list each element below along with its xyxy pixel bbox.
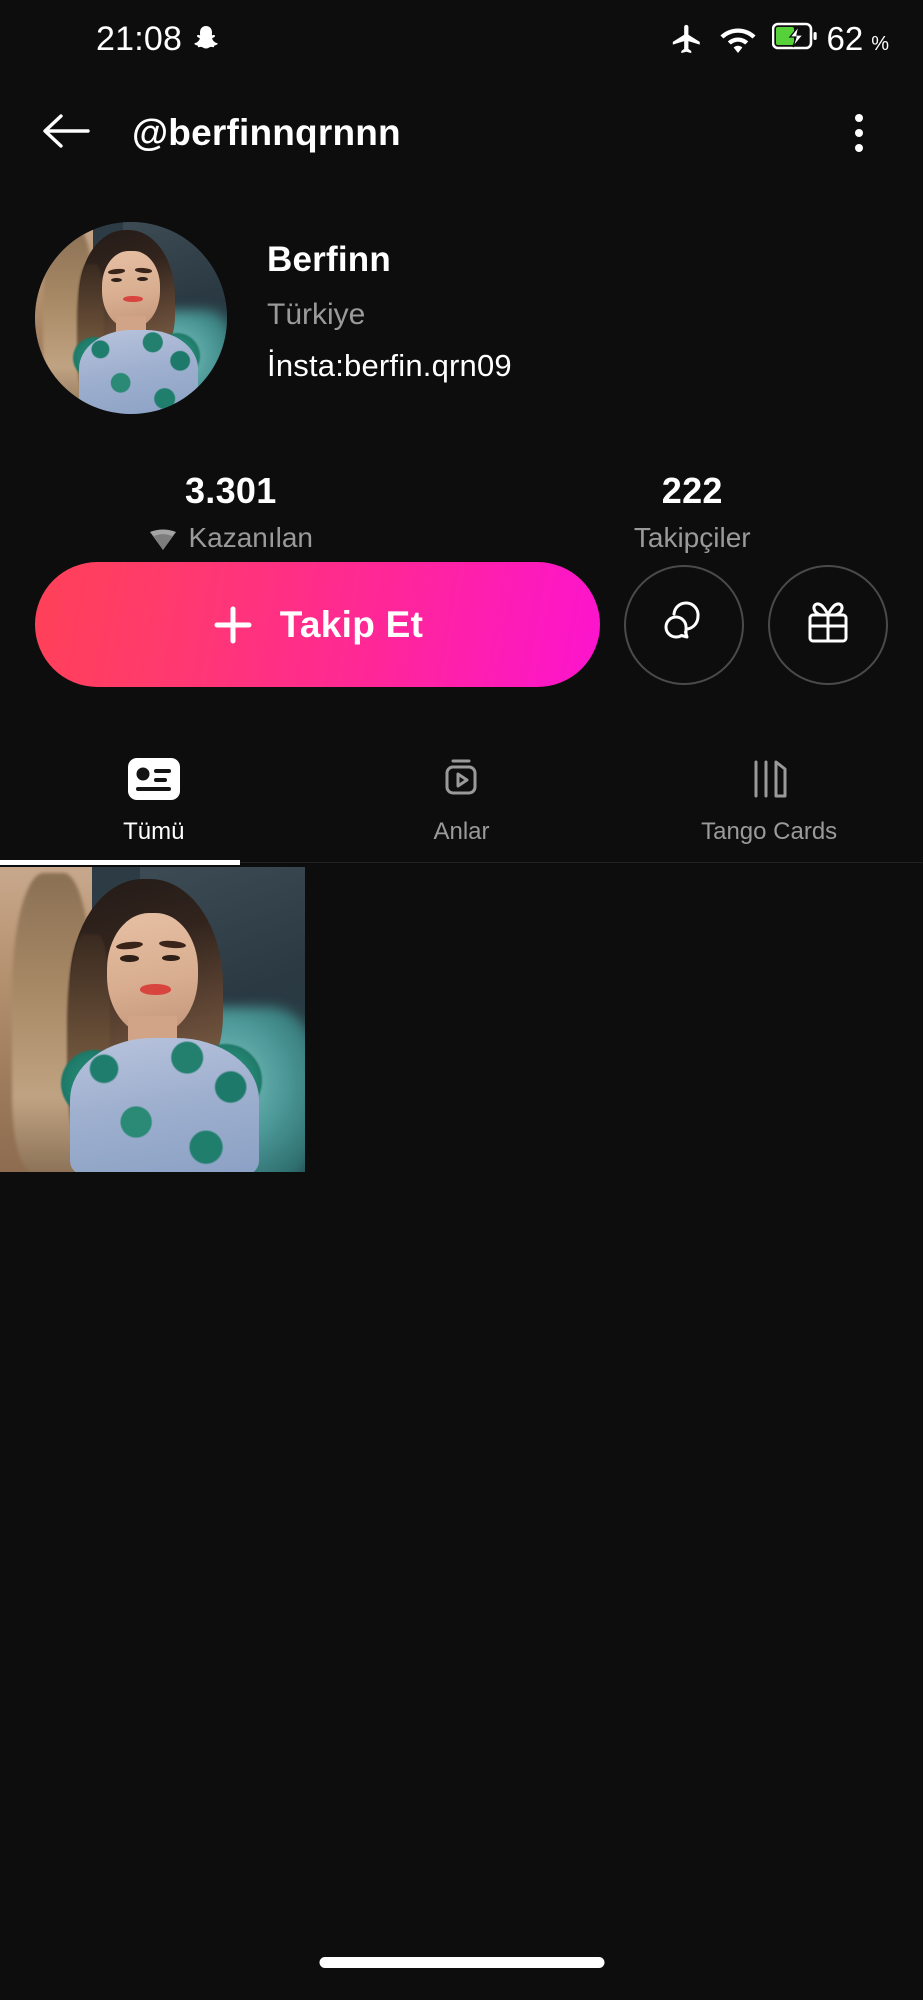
back-button[interactable] bbox=[18, 85, 114, 181]
battery-percent-value: 62 bbox=[826, 20, 864, 57]
profile-stats: 3.301 Kazanılan 222 Takipçiler bbox=[0, 470, 923, 554]
arrow-left-icon bbox=[40, 110, 92, 157]
tab-divider bbox=[240, 862, 923, 863]
message-button[interactable] bbox=[624, 564, 744, 685]
status-bar-clock: 21:08 bbox=[96, 19, 183, 58]
avatar[interactable] bbox=[35, 222, 227, 414]
stat-label: Takipçiler bbox=[633, 522, 751, 553]
airplane-mode-icon bbox=[670, 22, 704, 56]
chat-bubbles-icon bbox=[656, 594, 712, 655]
tab-label: Anlar bbox=[433, 818, 490, 845]
stat-value: 3.301 bbox=[184, 470, 277, 511]
tab-tumu[interactable]: Tümü bbox=[0, 740, 308, 862]
profile-section: Berfinn Türkiye İnsta:berfin.qrn09 bbox=[0, 222, 923, 414]
follow-button-label: Takip Et bbox=[279, 603, 424, 645]
profile-info: Berfinn Türkiye İnsta:berfin.qrn09 bbox=[267, 222, 512, 384]
tab-label: Tango Cards bbox=[701, 818, 838, 845]
tab-anlar[interactable]: Anlar bbox=[308, 740, 616, 862]
wifi-icon bbox=[720, 24, 757, 54]
status-bar: 21:08 62 % bbox=[0, 0, 923, 78]
profile-country: Türkiye bbox=[267, 298, 366, 331]
action-buttons-row: Takip Et bbox=[0, 562, 923, 687]
battery-charging-icon: 62 % bbox=[772, 20, 889, 58]
page-title: @berfinnqrnnn bbox=[132, 112, 401, 153]
battery-percent-symbol: % bbox=[871, 33, 889, 55]
tab-label: Tümü bbox=[123, 818, 185, 845]
content-tabs: Tümü Anlar Tango Cards bbox=[0, 740, 923, 862]
profile-bio: İnsta:berfin.qrn09 bbox=[267, 348, 512, 383]
grid-item-image bbox=[0, 867, 305, 1172]
status-bar-right: 62 % bbox=[670, 20, 889, 58]
more-vertical-icon-dot bbox=[855, 144, 863, 152]
more-options-button[interactable] bbox=[819, 93, 899, 173]
app-screen: 21:08 62 % @berfinnqrnnn Berfinn Türkiye… bbox=[0, 0, 923, 2000]
stat-earned[interactable]: 3.301 Kazanılan bbox=[0, 470, 462, 554]
stat-label: Kazanılan bbox=[188, 522, 314, 553]
avatar-image bbox=[35, 222, 227, 414]
plus-icon bbox=[212, 604, 254, 646]
snapchat-ghost-icon bbox=[194, 25, 218, 53]
diamond-icon bbox=[148, 524, 178, 552]
gift-button[interactable] bbox=[768, 564, 888, 685]
app-header: @berfinnqrnnn bbox=[0, 78, 923, 188]
more-vertical-icon-dot bbox=[855, 129, 863, 137]
more-vertical-icon-dot bbox=[855, 114, 863, 122]
stat-value: 222 bbox=[661, 470, 723, 511]
profile-card-icon bbox=[127, 750, 180, 808]
active-tab-indicator bbox=[0, 860, 240, 865]
status-bar-left: 21:08 bbox=[96, 20, 218, 59]
cards-icon bbox=[743, 750, 795, 808]
content-grid bbox=[0, 867, 923, 1917]
grid-item[interactable] bbox=[0, 867, 305, 1172]
stat-followers[interactable]: 222 Takipçiler bbox=[462, 470, 923, 554]
tab-tango-cards[interactable]: Tango Cards bbox=[615, 740, 923, 862]
follow-button[interactable]: Takip Et bbox=[35, 562, 600, 687]
video-moments-icon bbox=[435, 750, 487, 808]
gift-icon bbox=[801, 595, 855, 654]
profile-display-name: Berfinn bbox=[267, 240, 391, 279]
home-indicator[interactable] bbox=[319, 1957, 604, 1968]
